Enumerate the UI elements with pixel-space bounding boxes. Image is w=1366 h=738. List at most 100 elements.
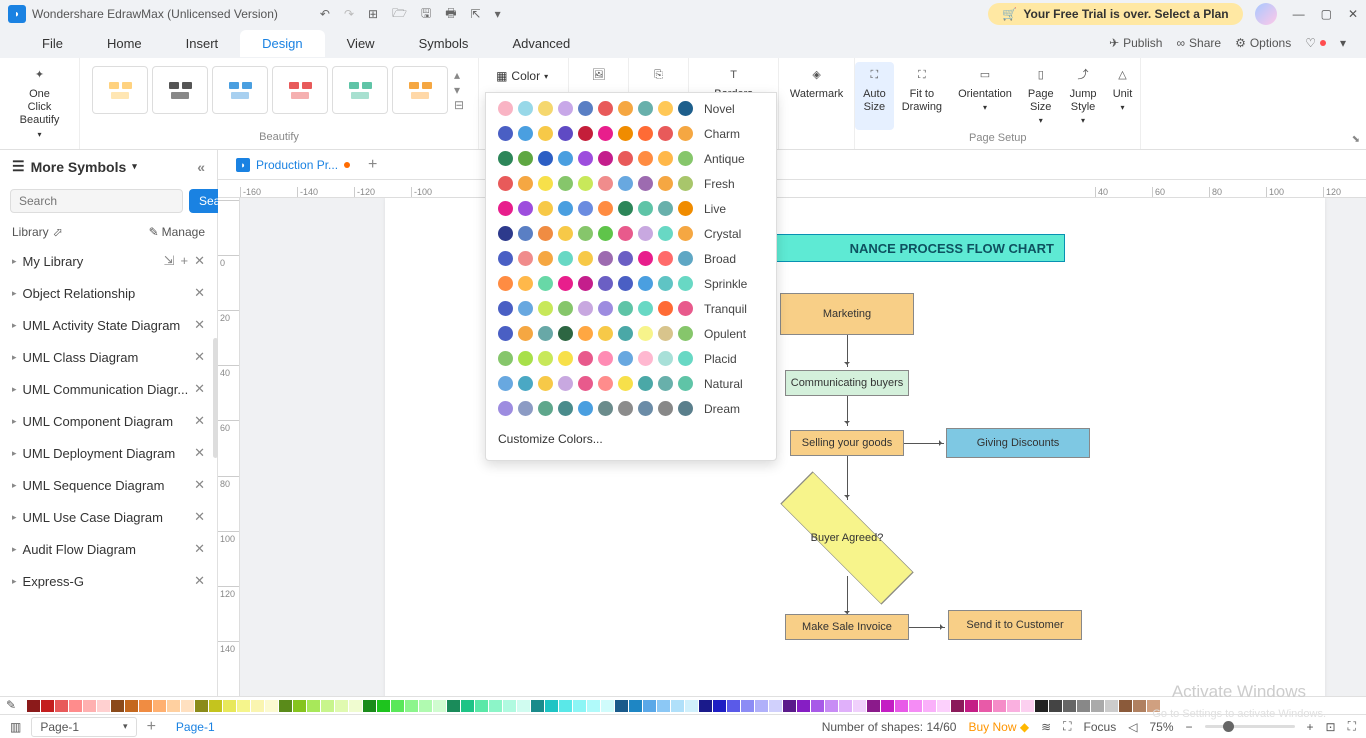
strip-swatch[interactable] [685,700,698,712]
strip-swatch[interactable] [307,700,320,712]
flow-marketing[interactable]: Marketing [780,293,914,335]
strip-swatch[interactable] [293,700,306,712]
library-item[interactable]: ▸UML Communication Diagr...✕ [0,373,217,405]
preset-6[interactable] [392,66,448,114]
close-lib-icon[interactable]: ✕ [194,253,205,269]
flow-comm[interactable]: Communicating buyers [785,370,909,396]
strip-swatch[interactable] [867,700,880,712]
strip-swatch[interactable] [699,700,712,712]
color-theme-row[interactable]: Broad [498,251,764,266]
strip-swatch[interactable] [545,700,558,712]
unit-button[interactable]: △Unit▾ [1104,62,1140,130]
strip-swatch[interactable] [83,700,96,712]
add-page-button[interactable]: + [147,718,156,736]
strip-swatch[interactable] [895,700,908,712]
open-icon[interactable]: 🗁 [392,4,407,25]
strip-swatch[interactable] [125,700,138,712]
strip-swatch[interactable] [153,700,166,712]
options-button[interactable]: ⚙Options [1235,36,1291,50]
library-item[interactable]: ▸UML Use Case Diagram✕ [0,501,217,533]
strip-swatch[interactable] [181,700,194,712]
layers-icon[interactable]: ≋ [1041,720,1051,734]
strip-swatch[interactable] [1035,700,1048,712]
close-lib-icon[interactable]: ✕ [194,413,205,429]
strip-swatch[interactable] [503,700,516,712]
menu-home[interactable]: Home [85,30,164,57]
menu-symbols[interactable]: Symbols [397,30,491,57]
color-theme-row[interactable]: Sprinkle [498,276,764,291]
qat-dropdown-icon[interactable]: ▾ [495,7,501,21]
strip-swatch[interactable] [993,700,1006,712]
maximize-icon[interactable]: ▢ [1321,7,1332,21]
close-lib-icon[interactable]: ✕ [194,349,205,365]
color-theme-row[interactable]: Antique [498,151,764,166]
strip-swatch[interactable] [601,700,614,712]
buy-now-link[interactable]: Buy Now ◆ [968,720,1029,734]
strip-swatch[interactable] [377,700,390,712]
flow-send[interactable]: Send it to Customer [948,610,1082,640]
strip-swatch[interactable] [1007,700,1020,712]
close-lib-icon[interactable]: ✕ [194,317,205,333]
library-item[interactable]: ▸Audit Flow Diagram✕ [0,533,217,565]
preset-down-icon[interactable]: ▾ [454,83,464,97]
close-lib-icon[interactable]: ✕ [194,573,205,589]
color-theme-row[interactable]: Natural [498,376,764,391]
library-item[interactable]: ▸Express-G✕ [0,565,217,597]
strip-swatch[interactable] [755,700,768,712]
strip-swatch[interactable] [741,700,754,712]
strip-swatch[interactable] [447,700,460,712]
close-lib-icon[interactable]: ✕ [194,477,205,493]
fit-width-icon[interactable]: ⛶ [1348,719,1356,734]
strip-swatch[interactable] [853,700,866,712]
strip-swatch[interactable] [657,700,670,712]
strip-swatch[interactable] [433,700,446,712]
strip-swatch[interactable] [1049,700,1062,712]
strip-swatch[interactable] [279,700,292,712]
zoom-out-button[interactable]: − [1186,720,1193,734]
color-theme-row[interactable]: Fresh [498,176,764,191]
strip-swatch[interactable] [1063,700,1076,712]
strip-swatch[interactable] [713,700,726,712]
add-icon[interactable]: + [181,253,189,269]
preset-more-icon[interactable]: ⊟ [454,98,464,112]
strip-swatch[interactable] [321,700,334,712]
import-icon[interactable]: ⇲ [164,253,175,269]
strip-swatch[interactable] [783,700,796,712]
library-item[interactable]: ▸UML Component Diagram✕ [0,405,217,437]
undo-icon[interactable]: ↶ [320,7,330,21]
color-theme-row[interactable]: Placid [498,351,764,366]
new-icon[interactable]: ⊞ [368,7,378,21]
strip-swatch[interactable] [937,700,950,712]
strip-swatch[interactable] [1021,700,1034,712]
color-theme-row[interactable]: Crystal [498,226,764,241]
strip-swatch[interactable] [923,700,936,712]
library-item[interactable]: ▸Object Relationship✕ [0,277,217,309]
document-tab[interactable]: ◗ Production Pr... [226,154,360,176]
flow-discounts[interactable]: Giving Discounts [946,428,1090,458]
strip-swatch[interactable] [965,700,978,712]
page-dropdown[interactable]: Page-1▾ [31,717,136,737]
export-icon[interactable]: ⇱ [471,7,481,21]
canvas[interactable]: NANCE PROCESS FLOW CHART Marketing Commu… [240,198,1366,696]
close-icon[interactable]: ✕ [1348,7,1358,21]
preset-up-icon[interactable]: ▴ [454,68,464,82]
menu-insert[interactable]: Insert [164,30,241,57]
strip-swatch[interactable] [881,700,894,712]
color-theme-row[interactable]: Charm [498,126,764,141]
my-library-item[interactable]: ▸ My Library ⇲ + ✕ [0,245,217,277]
strip-swatch[interactable] [727,700,740,712]
library-item[interactable]: ▸UML Class Diagram✕ [0,341,217,373]
minimize-icon[interactable]: — [1293,7,1305,21]
strip-swatch[interactable] [419,700,432,712]
strip-swatch[interactable] [223,700,236,712]
flow-agreed[interactable]: Buyer Agreed? [792,500,902,576]
bg-remove-button[interactable]: ⎘ [641,62,677,90]
flow-title[interactable]: NANCE PROCESS FLOW CHART [775,234,1065,262]
ribbon-collapse-icon[interactable]: ▾ [1340,36,1346,50]
manage-button[interactable]: ✎Manage [149,225,205,239]
add-tab-button[interactable]: + [360,152,385,178]
save-icon[interactable]: 🖫 [421,4,431,25]
strip-swatch[interactable] [951,700,964,712]
preset-4[interactable] [272,66,328,114]
strip-swatch[interactable] [615,700,628,712]
